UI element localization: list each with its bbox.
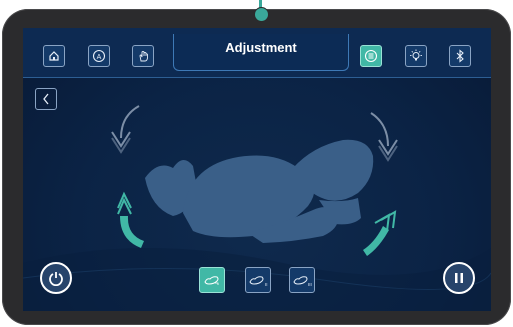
recline-mode-3-icon: III (293, 276, 312, 287)
mode-2-button[interactable]: II (245, 267, 271, 293)
mode-zero-gravity-button[interactable] (199, 267, 225, 293)
svg-text:III: III (308, 282, 312, 287)
raise-back-arrow-icon (363, 210, 397, 256)
raise-legs-arrow-icon (117, 191, 144, 248)
massage-chair-icon (145, 139, 374, 243)
screen: A Adjustment II III (23, 28, 491, 311)
power-icon (49, 272, 63, 286)
zero-gravity-mode-icon (204, 276, 219, 285)
recline-forward-arrow-icon (370, 112, 398, 162)
mode-3-button[interactable]: III (289, 267, 315, 293)
recline-back-arrow-icon (111, 105, 140, 154)
power-button[interactable] (40, 262, 72, 294)
pause-button[interactable] (443, 262, 475, 294)
camera-dot (254, 7, 269, 22)
recline-mode-2-icon: II (249, 276, 268, 287)
pause-icon (455, 273, 463, 283)
svg-text:II: II (265, 282, 268, 287)
